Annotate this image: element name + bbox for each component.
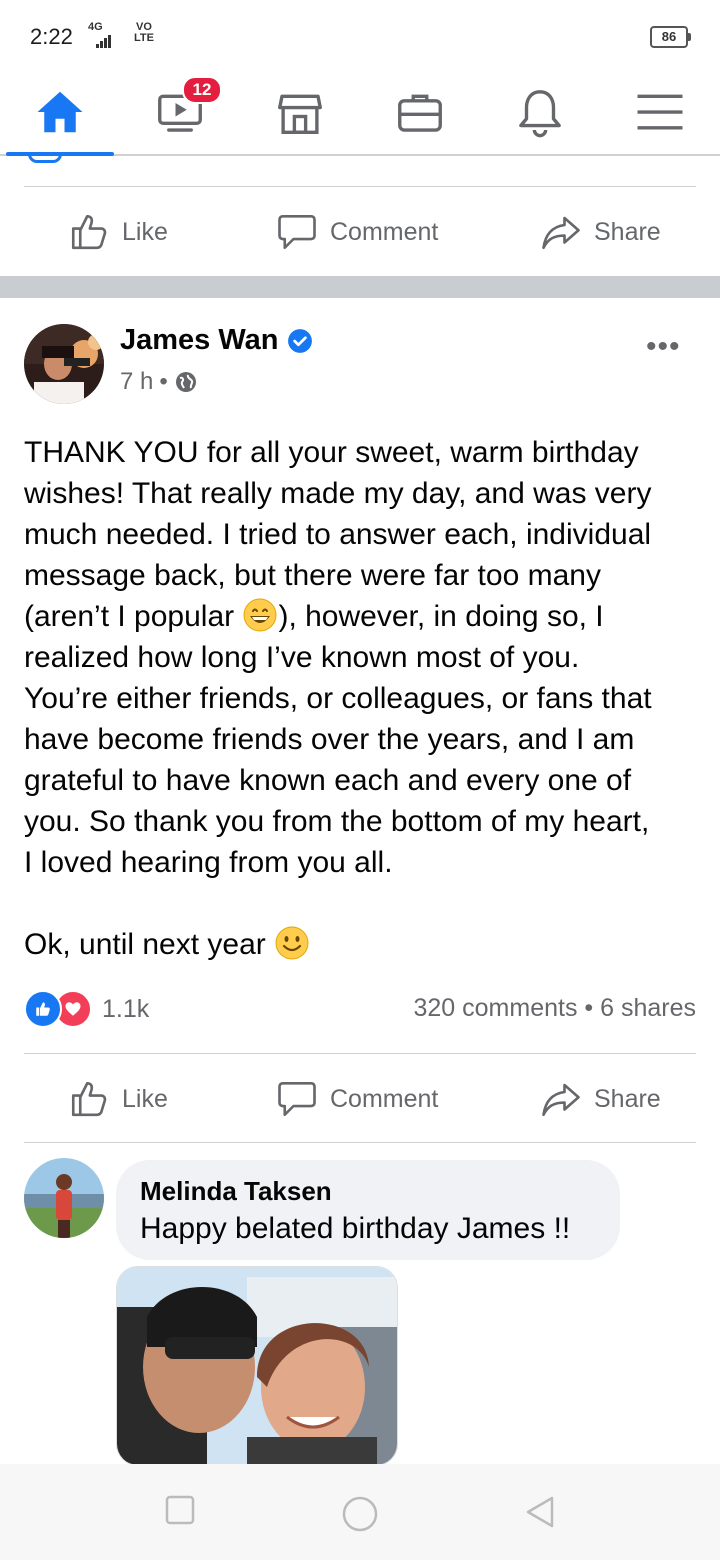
reaction-summary[interactable]: 1.1k	[24, 990, 149, 1028]
author-name: James Wan	[120, 324, 279, 356]
share-label: Share	[594, 217, 661, 246]
like-label: Like	[122, 217, 168, 246]
like-label: Like	[122, 1084, 168, 1113]
share-button[interactable]: Share	[540, 1054, 661, 1144]
selfie-image	[117, 1267, 397, 1465]
system-navigation-bar	[0, 1464, 720, 1560]
top-navigation: 12	[0, 70, 720, 156]
nav-marketplace[interactable]	[240, 70, 360, 154]
smiling-emoji-icon	[275, 926, 309, 960]
comment-button[interactable]: Comment	[276, 1054, 438, 1144]
post-time: 7 h	[120, 368, 154, 395]
back-button-icon[interactable]	[522, 1494, 558, 1530]
post-line: you. So thank you from the bottom of my …	[24, 805, 650, 838]
briefcase-icon	[398, 94, 442, 132]
post-author[interactable]: James Wan	[120, 324, 313, 357]
post-options-icon[interactable]: •••	[646, 330, 681, 364]
post-line: You’re either friends, or colleagues, or…	[24, 682, 652, 715]
post-line: (aren’t I popular ), however, in doing s…	[24, 596, 704, 637]
home-button-icon[interactable]	[340, 1494, 380, 1534]
comment-icon	[278, 214, 316, 250]
post-line: message back, but there were far too man…	[24, 559, 601, 592]
post-line: have become friends over the years, and …	[24, 723, 635, 756]
comment-bubble[interactable]: Melinda Taksen Happy belated birthday Ja…	[116, 1160, 620, 1260]
status-bar: 2:22 4G VO LTE 86	[0, 0, 720, 70]
post-line: wishes! That really made my day, and was…	[24, 477, 652, 510]
divider	[24, 1142, 696, 1143]
avatar-photo	[24, 324, 104, 404]
like-button[interactable]: Like	[68, 1054, 168, 1144]
comment-label: Comment	[330, 1084, 439, 1113]
post-line: much needed. I tried to answer each, ind…	[24, 518, 652, 551]
like-button[interactable]: Like	[68, 187, 168, 277]
previous-post-avatar-edge	[28, 154, 62, 163]
marketplace-icon	[278, 94, 322, 134]
commenter-photo	[24, 1158, 104, 1238]
thumbs-up-icon	[71, 214, 107, 250]
post-actions: Like Comment Share	[0, 1054, 720, 1144]
battery-icon: 86	[650, 26, 691, 48]
comment-label: Comment	[330, 217, 439, 246]
share-button[interactable]: Share	[540, 187, 661, 277]
post-line-segment: ), however, in doing so, I	[278, 600, 604, 633]
recent-apps-icon[interactable]	[164, 1494, 196, 1526]
home-icon	[37, 91, 83, 133]
commenter-name[interactable]: Melinda Taksen	[140, 1176, 332, 1207]
meta-dot: •	[159, 368, 168, 395]
post-line-segment: (aren’t I popular	[24, 600, 243, 633]
menu-icon	[637, 94, 683, 130]
reaction-count: 1.1k	[102, 994, 150, 1023]
post-meta: 7 h •	[120, 368, 198, 396]
comment-icon	[278, 1081, 316, 1117]
nav-watch[interactable]	[120, 70, 240, 154]
commenter-avatar[interactable]	[24, 1158, 104, 1238]
status-time: 2:22	[30, 24, 73, 49]
signal-icon	[96, 30, 112, 48]
nav-jobs[interactable]	[360, 70, 480, 154]
comment-photo[interactable]	[116, 1266, 398, 1466]
nav-home[interactable]	[0, 70, 120, 156]
post-line: grateful to have known each and every on…	[24, 764, 632, 797]
nav-menu[interactable]	[600, 70, 720, 154]
post-closing: Ok, until next year	[24, 928, 275, 961]
share-icon	[542, 216, 580, 250]
comments-shares-count[interactable]: 320 comments • 6 shares	[414, 994, 697, 1023]
watch-badge: 12	[182, 76, 222, 104]
previous-post-actions: Like Comment Share	[0, 187, 720, 277]
volte-icon: VO LTE	[134, 21, 154, 44]
post-line: realized how long I’ve known most of you…	[24, 641, 580, 674]
post-line: Ok, until next year	[24, 924, 704, 965]
verified-badge-icon	[287, 328, 312, 353]
feed-separator	[0, 276, 720, 298]
comment-text: Happy belated birthday James !!	[140, 1212, 571, 1245]
comment-button[interactable]: Comment	[276, 187, 438, 277]
thumbs-up-icon	[71, 1081, 107, 1117]
grinning-emoji-icon	[243, 598, 277, 632]
post-body: THANK YOU for all your sweet, warm birth…	[24, 432, 704, 965]
post-line: THANK YOU for all your sweet, warm birth…	[24, 436, 639, 469]
bell-icon	[519, 90, 561, 138]
share-icon	[542, 1083, 580, 1117]
post-line: I loved hearing from you all.	[24, 846, 393, 879]
author-avatar[interactable]	[24, 324, 104, 404]
nav-notifications[interactable]	[480, 70, 600, 154]
like-reaction-icon	[24, 990, 62, 1028]
globe-icon	[175, 372, 196, 392]
share-label: Share	[594, 1084, 661, 1113]
